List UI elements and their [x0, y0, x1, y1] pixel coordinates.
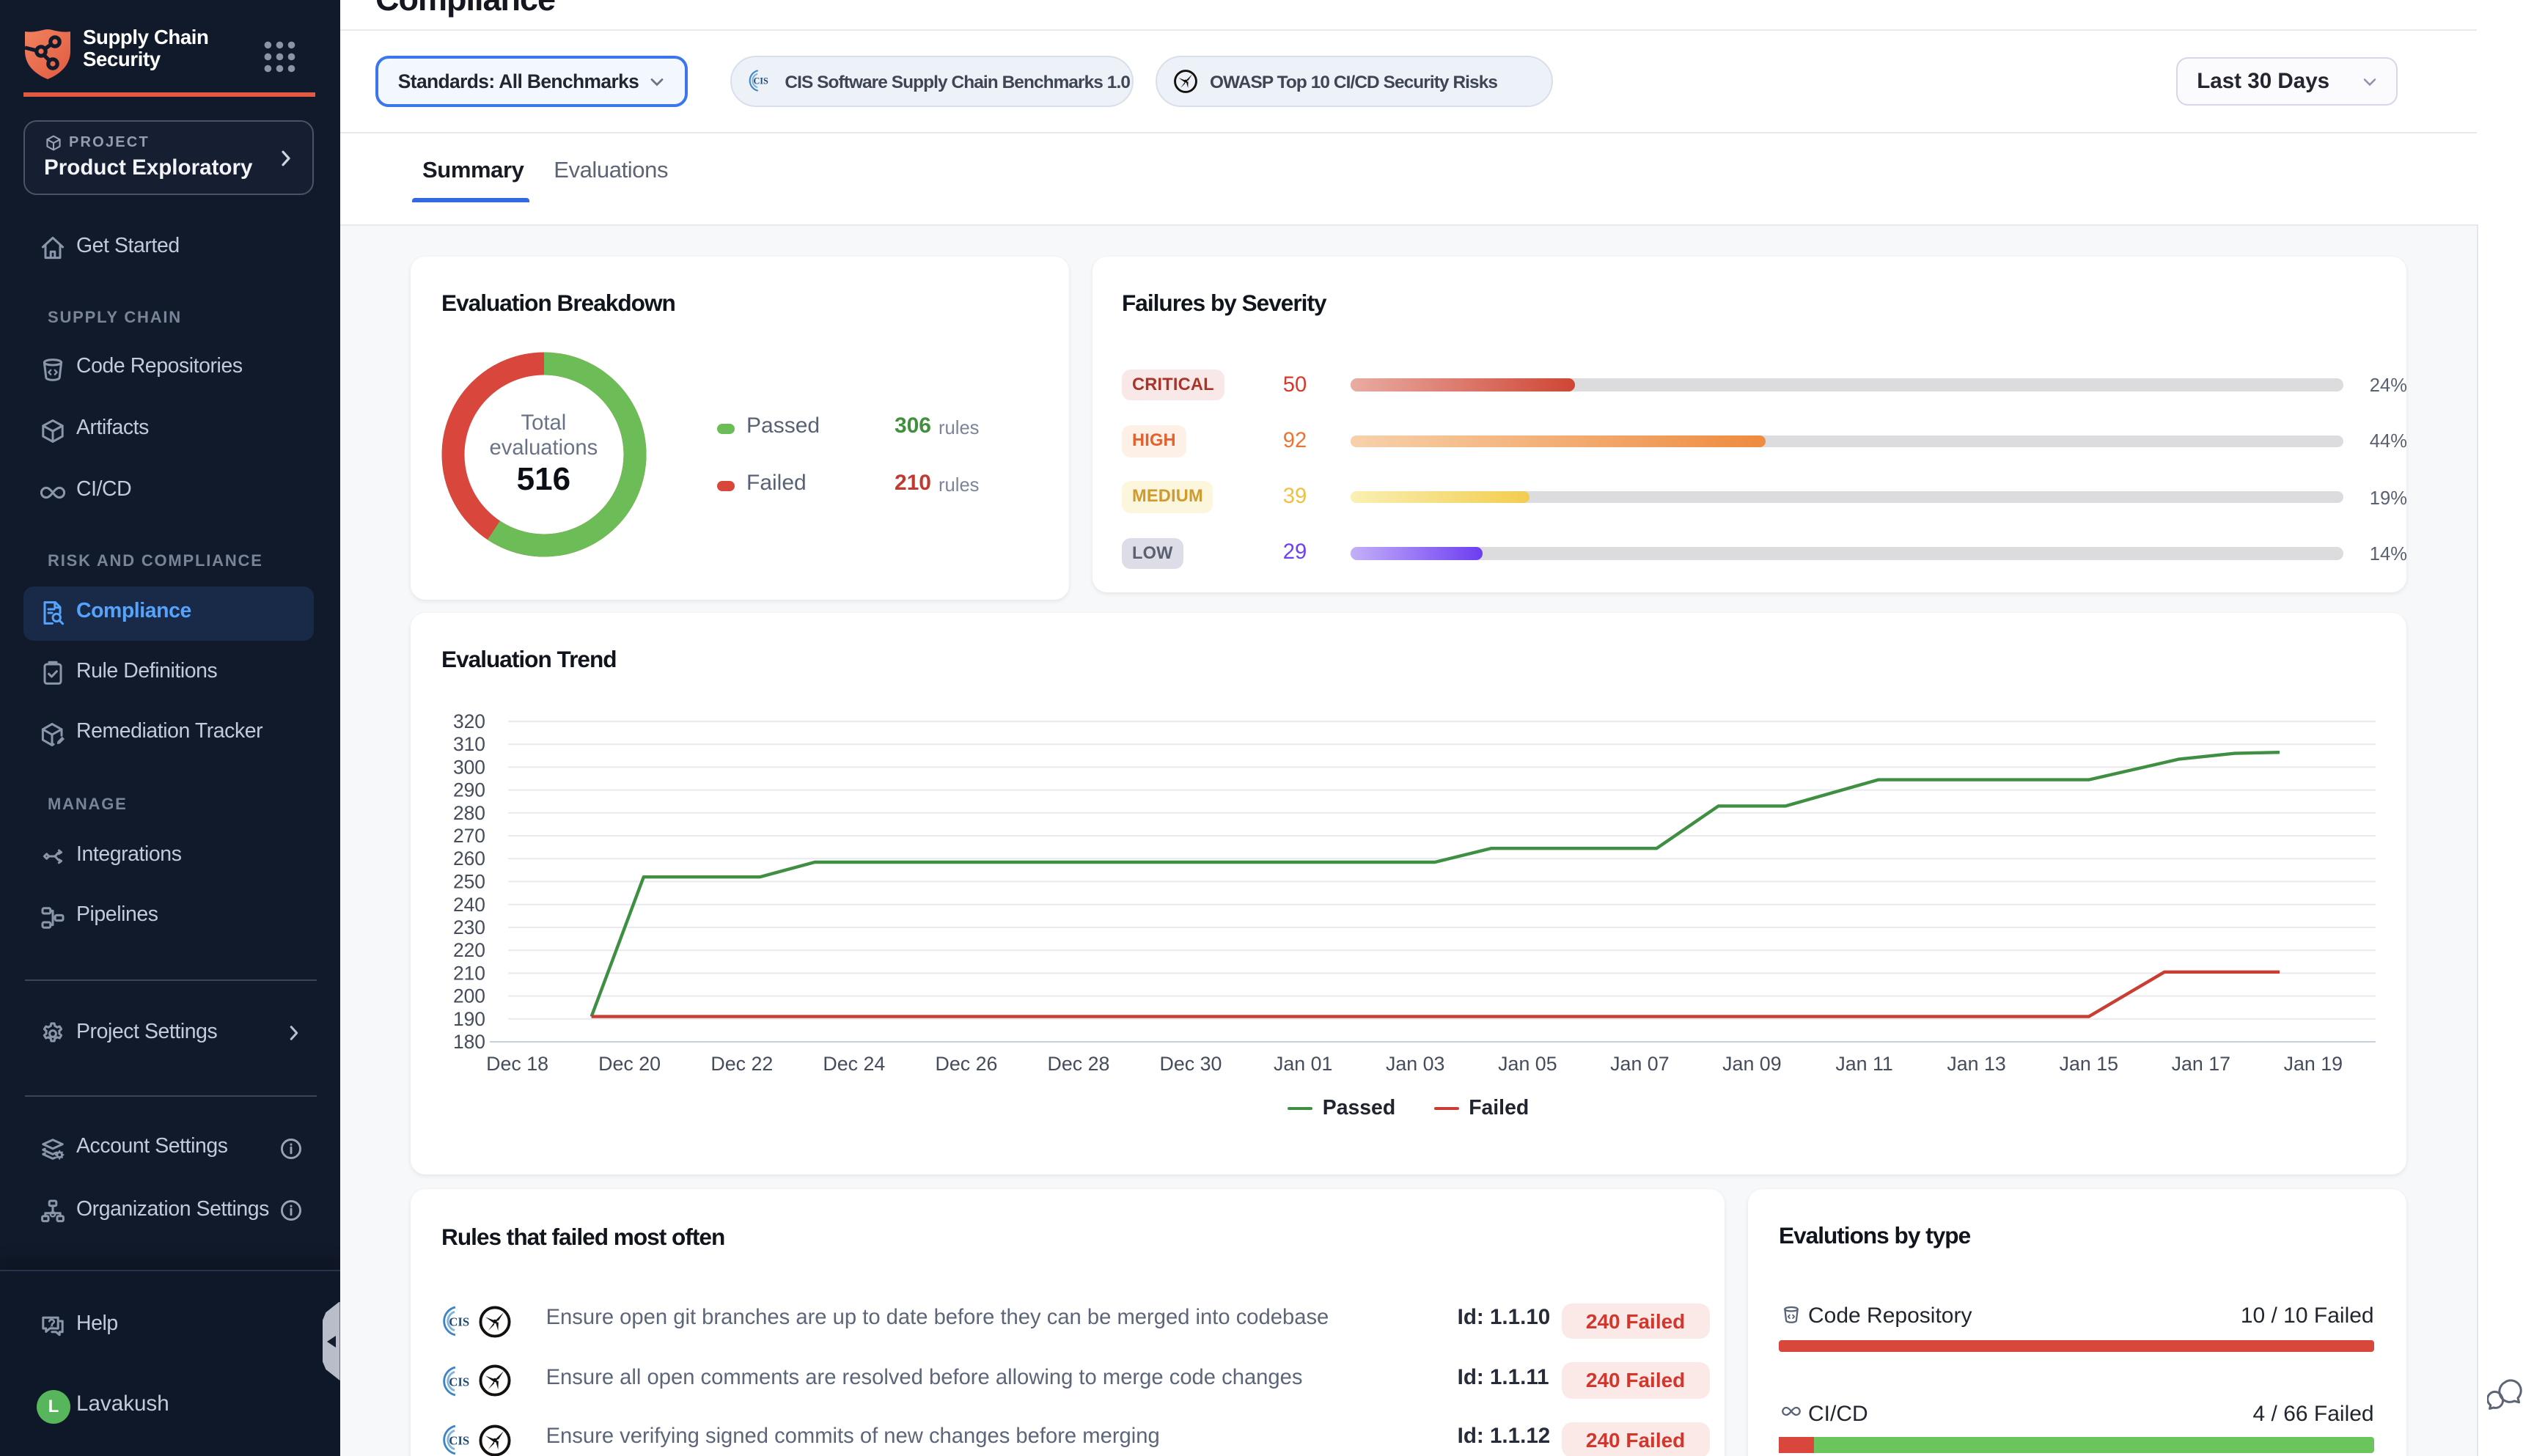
svg-text:Dec 20: Dec 20 [598, 1053, 661, 1075]
svg-text:280: 280 [453, 802, 485, 824]
svg-text:270: 270 [453, 825, 485, 847]
svg-text:320: 320 [453, 710, 485, 732]
svg-text:Jan 17: Jan 17 [2172, 1053, 2230, 1075]
svg-text:CIS: CIS [449, 1315, 469, 1328]
svg-text:Jan 01: Jan 01 [1274, 1053, 1332, 1075]
svg-text:300: 300 [453, 756, 485, 778]
svg-text:CIS: CIS [754, 76, 769, 87]
svg-text:Dec 30: Dec 30 [1160, 1053, 1222, 1075]
svg-text:CIS: CIS [449, 1374, 469, 1388]
svg-text:CIS: CIS [449, 1433, 469, 1447]
svg-text:230: 230 [453, 916, 485, 938]
svg-text:180: 180 [453, 1031, 485, 1053]
svg-text:Jan 03: Jan 03 [1386, 1053, 1444, 1075]
svg-text:Dec 26: Dec 26 [936, 1053, 998, 1075]
svg-text:240: 240 [453, 894, 485, 916]
svg-text:Dec 18: Dec 18 [486, 1053, 548, 1075]
svg-text:Jan 05: Jan 05 [1498, 1053, 1557, 1075]
svg-text:190: 190 [453, 1008, 485, 1030]
svg-text:Dec 22: Dec 22 [710, 1053, 773, 1075]
svg-text:Jan 09: Jan 09 [1722, 1053, 1781, 1075]
svg-text:Jan 15: Jan 15 [2060, 1053, 2118, 1075]
svg-text:220: 220 [453, 939, 485, 961]
svg-text:Dec 28: Dec 28 [1048, 1053, 1110, 1075]
svg-text:Jan 13: Jan 13 [1947, 1053, 2005, 1075]
svg-text:250: 250 [453, 870, 485, 892]
svg-text:260: 260 [453, 848, 485, 869]
svg-text:Dec 24: Dec 24 [823, 1053, 885, 1075]
svg-text:310: 310 [453, 733, 485, 755]
svg-text:Jan 11: Jan 11 [1835, 1053, 1892, 1075]
svg-text:Jan 07: Jan 07 [1610, 1053, 1669, 1075]
svg-text:Jan 19: Jan 19 [2284, 1053, 2343, 1075]
svg-text:200: 200 [453, 985, 485, 1007]
svg-text:210: 210 [453, 962, 485, 984]
svg-text:290: 290 [453, 779, 485, 801]
